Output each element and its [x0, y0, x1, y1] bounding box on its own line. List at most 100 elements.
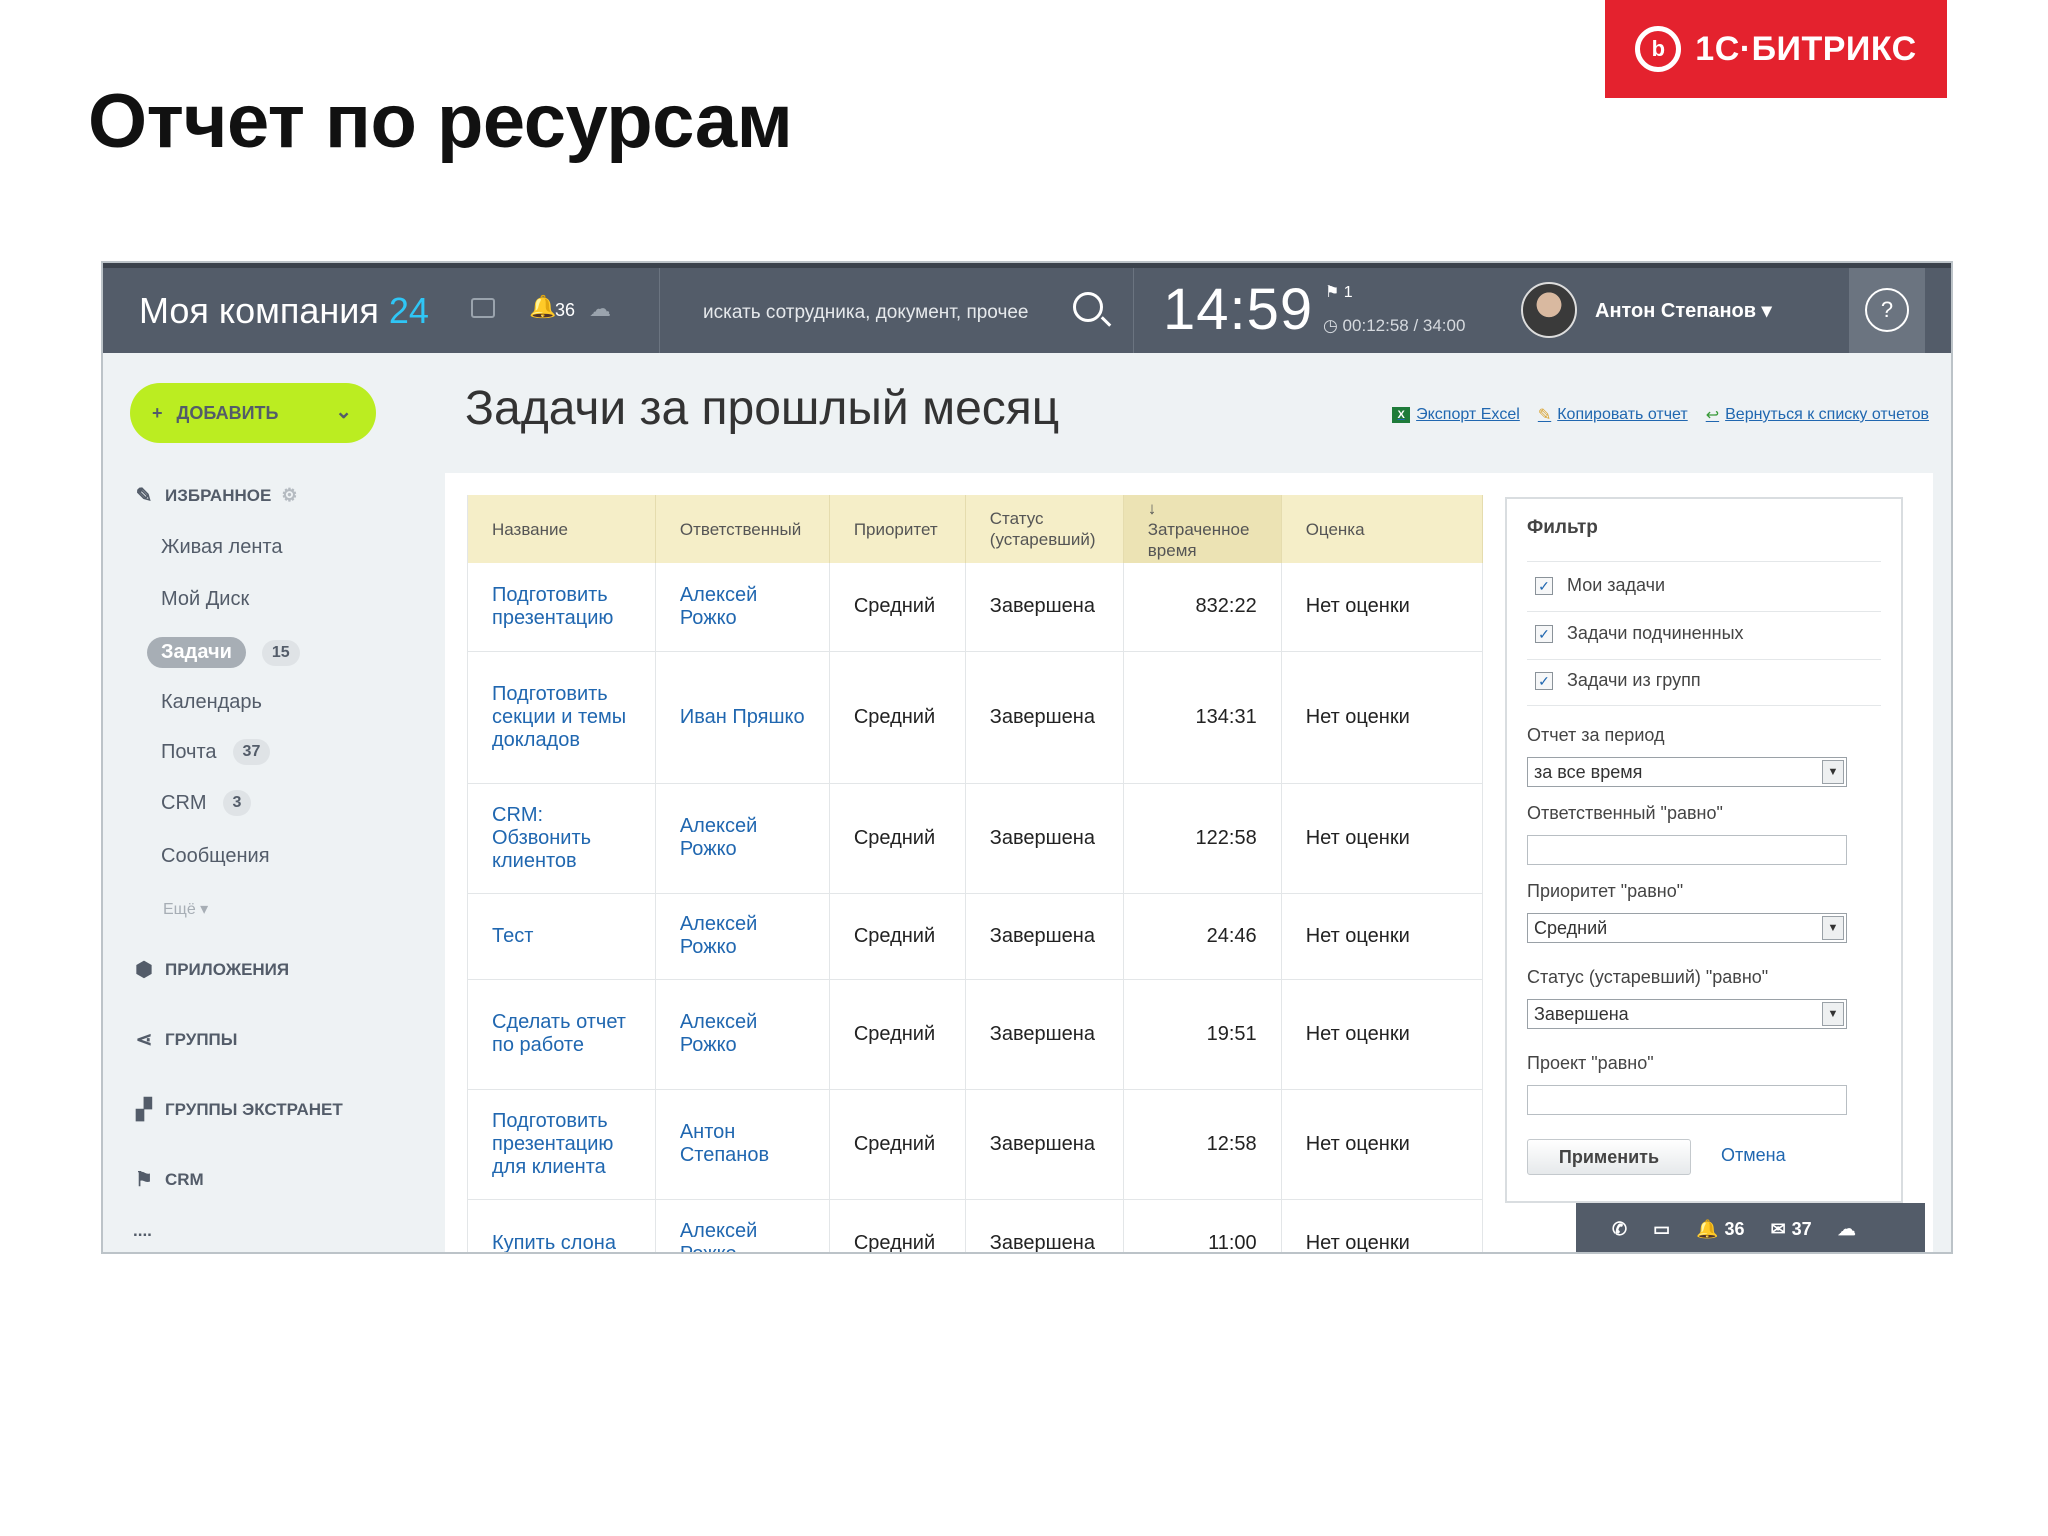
clock-time[interactable]: 14:59 [1163, 276, 1313, 343]
avatar[interactable] [1521, 282, 1577, 338]
cancel-button[interactable]: Отмена [1721, 1145, 1786, 1166]
responsible-link[interactable]: Алексей Рожко [655, 563, 830, 652]
period-select[interactable]: за все время ▼ [1527, 757, 1847, 787]
priority-cell: Средний [829, 979, 966, 1090]
responsible-link[interactable]: Алексей Рожко [655, 979, 830, 1090]
column-header-priority[interactable]: Приоритет [829, 495, 966, 563]
filter-check-groups[interactable]: ✓ Задачи из групп [1535, 670, 1701, 691]
time-spent-cell: 134:31 [1123, 651, 1282, 784]
pin-icon: ✎ [135, 485, 153, 507]
back-to-reports-link[interactable]: ↩ Вернуться к списку отчетов [1706, 405, 1929, 425]
company-name[interactable]: Моя компания 24 [139, 290, 429, 332]
bitrix-logo-text: 1С·БИТРИКС [1695, 29, 1917, 68]
task-name-link[interactable]: CRM: Обзвонить клиентов [467, 783, 656, 894]
status-cell: Завершена [965, 893, 1124, 980]
sidebar-item-label: Календарь [161, 691, 262, 713]
responsible-link[interactable]: Иван Пряшко [655, 651, 830, 784]
filter-check-subordinates[interactable]: ✓ Задачи подчиненных [1535, 623, 1744, 644]
responsible-link[interactable]: Алексей Рожко [655, 1199, 830, 1252]
time-spent-cell: 122:58 [1123, 783, 1282, 894]
sidebar-item-label: Мой Диск [161, 588, 250, 610]
table-row: Сделать отчет по работе Алексей Рожко Ср… [467, 979, 1484, 1090]
sidebar-item-mail[interactable]: Почта 37 [161, 739, 271, 765]
responsible-link[interactable]: Алексей Рожко [655, 893, 830, 980]
bell-icon: 🔔 [1696, 1219, 1719, 1239]
chevron-down-icon: ⌄ [335, 401, 352, 423]
excel-icon: X [1392, 407, 1411, 423]
sidebar-more[interactable]: Ещё ▾ [163, 899, 208, 919]
status-cell: Завершена [965, 783, 1124, 894]
phone-icon[interactable]: ✆ [1612, 1219, 1627, 1240]
filter-check-my-tasks[interactable]: ✓ Мои задачи [1535, 575, 1665, 596]
status-label: Статус (устаревший) "равно" [1527, 967, 1769, 987]
notifications-button[interactable]: 🔔 36 [1696, 1219, 1744, 1240]
sidebar-item-calendar[interactable]: Календарь [161, 691, 262, 714]
search-input[interactable]: искать сотрудника, документ, прочее [703, 302, 1029, 324]
user-menu[interactable]: Антон Степанов ▾ [1595, 298, 1772, 323]
notifications-count: 36 [555, 300, 576, 320]
checkbox-checked[interactable]: ✓ [1535, 624, 1553, 643]
sidebar-section-extranet[interactable]: ▞ ГРУППЫ ЭКСТРАНЕТ [133, 1097, 342, 1122]
status-select[interactable]: Завершена ▼ [1527, 999, 1847, 1029]
divider [1527, 659, 1881, 660]
bell-icon[interactable]: 🔔 [529, 294, 556, 320]
table-header-row: Название Ответственный Приоритет Статус … [467, 495, 1484, 563]
priority-cell: Средний [829, 651, 966, 784]
priority-cell: Средний [829, 783, 966, 894]
sidebar-section-apps[interactable]: ⬢ ПРИЛОЖЕНИЯ [133, 957, 289, 982]
chat-icon[interactable]: ▭ [1653, 1219, 1670, 1240]
cloud-icon[interactable]: ☁ [1838, 1219, 1856, 1240]
responsible-link[interactable]: Алексей Рожко [655, 783, 830, 894]
page-title: Задачи за прошлый месяц [465, 382, 1060, 435]
column-header-responsible[interactable]: Ответственный [655, 495, 830, 563]
task-name-link[interactable]: Сделать отчет по работе [467, 979, 656, 1090]
task-name-link[interactable]: Подготовить презентацию для клиента [467, 1089, 656, 1200]
column-header-status[interactable]: Статус (устаревший) [965, 495, 1124, 563]
priority-cell: Средний [829, 1199, 966, 1252]
priority-select[interactable]: Средний ▼ [1527, 913, 1847, 943]
sidebar-item-tasks[interactable]: Задачи 15 [147, 637, 300, 668]
blocks-icon: ▞ [136, 1099, 152, 1121]
apps-label: ПРИЛОЖЕНИЯ [165, 959, 290, 979]
project-input[interactable] [1527, 1085, 1847, 1115]
sidebar-section-favorites[interactable]: ✎ ИЗБРАННОЕ ⚙ [133, 483, 298, 508]
responsible-input[interactable] [1527, 835, 1847, 865]
priority-label: Приоритет "равно" [1527, 881, 1684, 901]
project-label: Проект "равно" [1527, 1053, 1654, 1073]
responsible-link[interactable]: Антон Степанов [655, 1089, 830, 1200]
apply-button[interactable]: Применить [1527, 1139, 1691, 1175]
column-header-time-spent[interactable]: ↓ Затраченное время [1123, 495, 1282, 563]
task-name-link[interactable]: Купить слона [467, 1199, 656, 1252]
cloud-icon[interactable]: ☁ [589, 296, 611, 322]
report-table: Название Ответственный Приоритет Статус … [467, 495, 1484, 1252]
task-name-link[interactable]: Подготовить секции и темы докладов [467, 651, 656, 784]
sidebar-item-feed[interactable]: Живая лента [161, 536, 282, 559]
copy-report-link[interactable]: ✎ Копировать отчет [1538, 405, 1688, 425]
rating-cell: Нет оценки [1281, 563, 1484, 652]
plus-icon: + [152, 402, 163, 423]
sidebar-section-groups[interactable]: ⋖ ГРУППЫ [133, 1027, 238, 1052]
favorites-label: ИЗБРАННОЕ [165, 485, 272, 505]
time-spent-cell: 11:00 [1123, 1199, 1282, 1252]
checkbox-checked[interactable]: ✓ [1535, 671, 1553, 690]
help-button[interactable]: ? [1849, 268, 1925, 353]
slide-title: Отчет по ресурсам [88, 79, 793, 164]
column-header-name[interactable]: Название [467, 495, 656, 563]
task-name-link[interactable]: Подготовить презентацию [467, 563, 656, 652]
sidebar-section-crm[interactable]: ⚑ CRM [133, 1167, 204, 1192]
table-row: Подготовить презентацию для клиента Анто… [467, 1089, 1484, 1200]
add-button[interactable]: + ДОБАВИТЬ ⌄ [130, 383, 376, 443]
column-header-rating[interactable]: Оценка [1281, 495, 1484, 563]
search-icon[interactable] [1073, 292, 1103, 322]
divider [1527, 705, 1881, 706]
sidebar-item-messages[interactable]: Сообщения [161, 845, 270, 868]
sidebar-item-disk[interactable]: Мой Диск [161, 588, 249, 611]
sidebar-item-crm[interactable]: CRM 3 [161, 790, 252, 816]
gear-icon[interactable]: ⚙ [281, 485, 297, 506]
chevron-down-icon: ▾ [1761, 300, 1772, 322]
task-name-link[interactable]: Тест [467, 893, 656, 980]
checkbox-checked[interactable]: ✓ [1535, 576, 1553, 595]
mail-button[interactable]: ✉ 37 [1771, 1219, 1812, 1240]
chat-icon[interactable] [471, 298, 495, 318]
export-excel-link[interactable]: X Экспорт Excel [1392, 405, 1520, 425]
